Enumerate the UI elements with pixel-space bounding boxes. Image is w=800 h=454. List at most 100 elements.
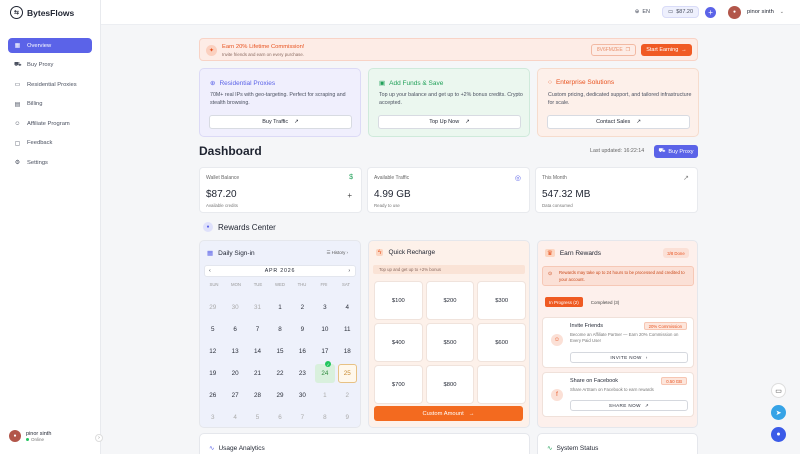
calendar-day[interactable]: 9: [338, 408, 357, 427]
sidebar-item-overview[interactable]: ▦ Overview: [8, 38, 92, 53]
calendar-day[interactable]: 17: [315, 342, 334, 361]
calendar-day[interactable]: 27: [225, 386, 244, 405]
calendar-day[interactable]: 31: [248, 298, 267, 317]
next-month-icon[interactable]: ›: [348, 268, 351, 274]
language-selector[interactable]: ⊕ EN: [635, 9, 650, 15]
calendar-day[interactable]: 7: [248, 320, 267, 339]
calendar-day[interactable]: 12: [203, 342, 222, 361]
calendar-day[interactable]: 1: [315, 386, 334, 405]
amount-option[interactable]: $300: [477, 281, 526, 320]
message-fab-icon[interactable]: ▭: [771, 383, 786, 398]
amount-option[interactable]: $100: [374, 281, 423, 320]
prev-month-icon[interactable]: ‹: [209, 268, 212, 274]
calendar-day[interactable]: 3: [315, 298, 334, 317]
calendar-day[interactable]: 30: [293, 386, 312, 405]
sidebar-item-billing[interactable]: ▤ Billing: [8, 97, 92, 112]
calendar-day[interactable]: 15: [270, 342, 289, 361]
amount-option[interactable]: $600: [477, 323, 526, 362]
topbar-user-name[interactable]: pinor sinth: [747, 9, 774, 15]
logo[interactable]: ⇆ BytesFlows: [10, 6, 74, 19]
sidebar-item-residential-proxies[interactable]: ▭ Residential Proxies: [8, 77, 92, 92]
day-number: 9: [300, 326, 305, 333]
add-icon[interactable]: +: [347, 191, 352, 200]
avatar[interactable]: ●: [728, 5, 742, 19]
sidebar-user[interactable]: ● pinor sinth Online: [9, 430, 51, 442]
amount-option[interactable]: $200: [425, 281, 475, 320]
share-now-button[interactable]: SHARE NOW ↗: [570, 400, 688, 411]
top-up-now-button[interactable]: Top Up Now ↗: [378, 115, 521, 129]
feature-title-text: Enterprise Solutions: [555, 79, 615, 86]
calendar-day[interactable]: 7: [293, 408, 312, 427]
sidebar-item-affiliate-program[interactable]: ☺ Affiliate Program: [8, 116, 92, 131]
calendar-day[interactable]: 26: [203, 386, 222, 405]
sidebar-item-feedback[interactable]: ▢ Feedback: [8, 136, 92, 151]
start-earning-button[interactable]: Start Earning →: [641, 44, 692, 56]
calendar-day[interactable]: 10: [315, 320, 334, 339]
sidebar-item-buy-proxy[interactable]: ⛟ Buy Proxy: [8, 58, 92, 73]
calendar-day[interactable]: 5: [248, 408, 267, 427]
chat-bubble-icon[interactable]: ●: [771, 427, 786, 442]
calendar-day[interactable]: 22: [270, 364, 289, 383]
check-icon: ✓: [325, 361, 332, 367]
calendar-day[interactable]: 16: [293, 342, 312, 361]
calendar-day[interactable]: 29: [203, 298, 222, 317]
tab-in-progress[interactable]: In Progress (2): [545, 297, 583, 307]
amount-option[interactable]: $800: [425, 365, 475, 404]
chevron-down-icon[interactable]: ⌄: [780, 9, 784, 15]
calendar-day[interactable]: 9: [293, 320, 312, 339]
calendar-day[interactable]: 18: [338, 342, 357, 361]
history-link[interactable]: ☰ History ›: [326, 250, 348, 256]
custom-amount-button[interactable]: Custom Amount →: [374, 406, 523, 421]
calendar-day[interactable]: 1: [270, 298, 289, 317]
telegram-icon[interactable]: ➤: [771, 405, 786, 420]
online-dot-icon: [26, 437, 29, 441]
calendar-day[interactable]: 2: [293, 298, 312, 317]
day-number: 7: [255, 326, 260, 333]
calendar-day[interactable]: 13: [225, 342, 244, 361]
calendar-day[interactable]: 2: [338, 386, 357, 405]
collapse-sidebar-button[interactable]: ›: [95, 434, 103, 442]
calendar-day[interactable]: 23: [293, 364, 312, 383]
calendar-day[interactable]: 24 ✓: [315, 361, 335, 383]
sidebar-item-settings[interactable]: ⚙ Settings: [8, 155, 92, 170]
calendar-day[interactable]: 3: [203, 408, 222, 427]
calendar-day[interactable]: 11: [338, 320, 357, 339]
calendar-day[interactable]: 29: [270, 386, 289, 405]
calendar-day[interactable]: 8: [270, 320, 289, 339]
calendar-day[interactable]: 28: [248, 386, 267, 405]
invite-now-button[interactable]: INVITE NOW ›: [570, 352, 688, 363]
tab-completed[interactable]: Completed (3): [587, 297, 624, 307]
buy-proxy-button[interactable]: ⛟ Buy Proxy: [654, 145, 698, 158]
calendar-day[interactable]: 30: [225, 298, 244, 317]
calendar-day[interactable]: 14: [248, 342, 267, 361]
activity-icon: ∿: [209, 445, 215, 452]
contact-sales-button[interactable]: Contact Sales ↗: [547, 115, 690, 129]
calendar-day[interactable]: 5: [203, 320, 222, 339]
referral-code[interactable]: 8V6FMZEE ❐: [591, 44, 636, 56]
calendar-day[interactable]: 8: [315, 408, 334, 427]
day-number: 3: [323, 304, 327, 311]
amount-option[interactable]: $500: [425, 323, 475, 362]
quick-recharge-card: ϟ Quick Recharge Top up and get up to +2%…: [368, 240, 530, 428]
amount-option[interactable]: [477, 365, 526, 404]
amount-option[interactable]: $400: [374, 323, 423, 362]
button-label: Contact Sales: [596, 119, 631, 125]
amount-option[interactable]: $700: [374, 365, 423, 404]
calendar-day[interactable]: 21: [248, 364, 267, 383]
app-name: BytesFlows: [27, 7, 75, 18]
balance-value: $87.20: [676, 9, 694, 15]
day-number: 11: [344, 326, 351, 333]
logo-icon: ⇆: [10, 6, 23, 19]
buy-traffic-button[interactable]: Buy Traffic ↗: [209, 115, 352, 129]
balance-chip[interactable]: ▭ $87.20: [662, 6, 700, 18]
calendar-day[interactable]: 6: [225, 320, 244, 339]
calendar-day[interactable]: 4: [225, 408, 244, 427]
topbar: ⊕ EN ▭ $87.20 + ● pinor sinth ⌄: [101, 0, 800, 25]
calendar-day[interactable]: 19: [203, 364, 222, 383]
add-funds-button[interactable]: +: [705, 6, 717, 18]
calendar-day[interactable]: 4: [338, 298, 357, 317]
calendar-day[interactable]: 6: [270, 408, 289, 427]
calendar-day[interactable]: 25: [337, 364, 357, 383]
feature-desc: Custom pricing, dedicated support, and t…: [548, 92, 692, 107]
calendar-day[interactable]: 20: [225, 364, 244, 383]
